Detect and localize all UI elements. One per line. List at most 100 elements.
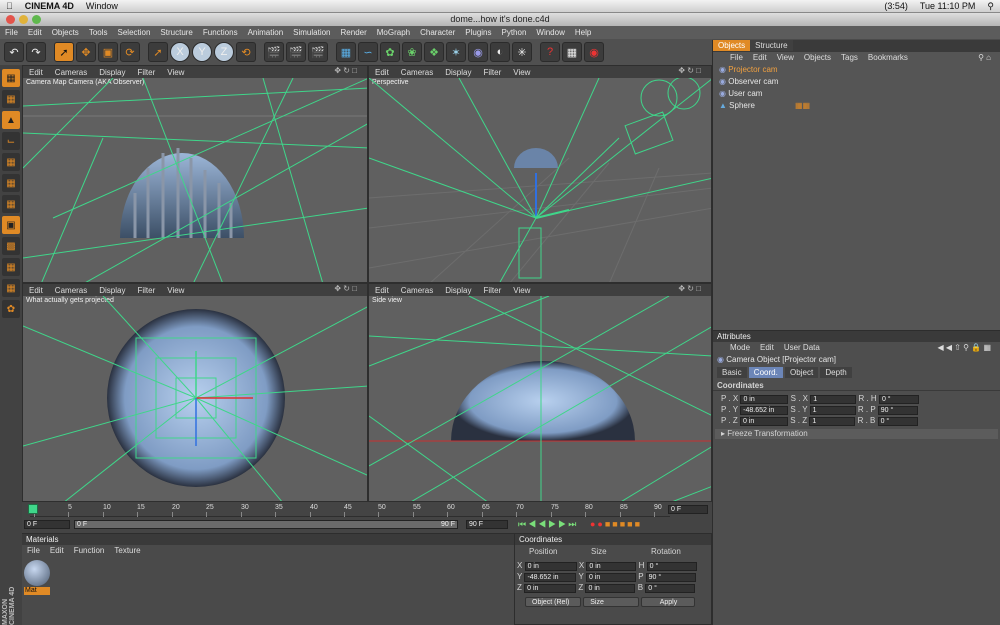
snap-icon[interactable]: ▦ [2,258,20,276]
vp-edit[interactable]: Edit [369,286,395,295]
window-menu[interactable]: Window [80,1,124,11]
vp-display[interactable]: Display [439,68,477,77]
freeze-transformation-group[interactable]: ▸ Freeze Transformation [715,429,998,439]
start-frame-field[interactable]: 0 F [24,520,70,529]
menu-simulation[interactable]: Simulation [288,28,335,37]
viewport-nav-icons[interactable]: ✥ ↻ □ [672,284,707,293]
x-axis-icon[interactable]: X [170,42,190,62]
viewport-camera-map[interactable]: Edit Cameras Display Filter View ✥ ↻ □ C… [22,65,368,283]
range-slider[interactable]: 0 F 90 F [74,520,458,529]
vp-edit[interactable]: Edit [23,286,49,295]
vp-filter[interactable]: Filter [131,286,161,295]
tab-objects[interactable]: Objects [713,40,751,51]
record-icon[interactable]: ◉ [584,42,604,62]
viewport-nav-icons[interactable]: ✥ ↻ □ [328,284,363,293]
texture-mode-icon[interactable]: ▦ [2,90,20,108]
render-settings-icon[interactable]: 🎬 [308,42,328,62]
vp-filter[interactable]: Filter [477,286,507,295]
tab-coord[interactable]: Coord. [748,367,783,378]
s-x-field[interactable]: 1 [810,395,857,404]
vp-view[interactable]: View [507,68,536,77]
tab-structure[interactable]: Structure [750,40,793,51]
mat-menu-texture[interactable]: Texture [109,546,145,555]
obj-menu-objects[interactable]: Objects [799,53,836,62]
object-row-user[interactable]: ◉ User cam [713,87,1000,99]
menu-window[interactable]: Window [531,28,569,37]
size-z-field[interactable]: 0 in [585,584,636,593]
vp-cameras[interactable]: Cameras [395,68,439,77]
mat-menu-edit[interactable]: Edit [45,546,69,555]
record-key-icon[interactable]: ●● [590,519,605,529]
obj-menu-tags[interactable]: Tags [836,53,863,62]
object-name[interactable]: User cam [728,89,762,98]
r-p-field[interactable]: 90 ° [877,406,918,415]
render-picture-viewer-icon[interactable]: 🎬 [286,42,306,62]
render-view-icon[interactable]: 🎬 [264,42,284,62]
vp-cameras[interactable]: Cameras [49,68,93,77]
quantize-icon[interactable]: ▦ [2,279,20,297]
object-axis-icon[interactable]: ▲ [2,111,20,129]
p-z-field[interactable]: 0 in [739,417,788,426]
move-icon[interactable]: ✥ [76,42,96,62]
menu-mograph[interactable]: MoGraph [372,28,415,37]
obj-menu-bookmarks[interactable]: Bookmarks [863,53,913,62]
clock[interactable]: Tue 11:10 PM [914,1,982,11]
object-name[interactable]: Projector cam [728,65,777,74]
vp-edit[interactable]: Edit [23,68,49,77]
pos-x-field[interactable]: 0 in [524,562,577,571]
attr-menu-mode[interactable]: Mode [725,343,755,352]
timeline[interactable]: 051015202530354045505560657075808590 0 F… [22,502,712,533]
vp-cameras[interactable]: Cameras [49,286,93,295]
menu-file[interactable]: File [0,28,23,37]
light-icon[interactable]: ✳ [512,42,532,62]
object-row-observer[interactable]: ◉ Observer cam [713,75,1000,87]
viewport-nav-icons[interactable]: ✥ ↻ □ [328,66,363,75]
s-y-field[interactable]: 1 [809,406,856,415]
minimize-icon[interactable] [19,15,28,24]
apple-icon[interactable]:  [0,1,19,11]
r-h-field[interactable]: 0 ° [878,395,919,404]
rot-p-field[interactable]: 90 ° [645,573,696,582]
key-mode-icons[interactable]: ■■■■■ [605,519,642,529]
vp-display[interactable]: Display [93,68,131,77]
pos-y-field[interactable]: -48.652 in [524,573,577,582]
r-b-field[interactable]: 0 ° [877,417,918,426]
camera-icon[interactable]: ◐ [490,42,510,62]
size-mode-select[interactable]: Size [583,597,640,607]
vp-filter[interactable]: Filter [477,68,507,77]
vp-display[interactable]: Display [439,286,477,295]
object-name[interactable]: Sphere [729,101,755,110]
array-icon[interactable]: ❀ [402,42,422,62]
points-mode-icon[interactable]: ▦ [2,153,20,171]
rot-b-field[interactable]: 0 ° [645,584,696,593]
menu-animation[interactable]: Animation [243,28,289,37]
viewport-side[interactable]: Edit Cameras Display Filter View ✥ ↻ □ S… [368,283,712,502]
s-z-field[interactable]: 1 [809,417,856,426]
obj-menu-edit[interactable]: Edit [748,53,772,62]
vp-view[interactable]: View [161,68,190,77]
object-row-projector[interactable]: ◉ Projector cam [713,63,1000,75]
pos-z-field[interactable]: 0 in [524,584,577,593]
menu-python[interactable]: Python [497,28,532,37]
workplane-icon[interactable]: ⌙ [2,132,20,150]
playback-controls[interactable]: ⏮◀◀▶▶⏭ [518,519,578,530]
help-icon[interactable]: ? [540,42,560,62]
obj-menu-file[interactable]: File [725,53,748,62]
attr-menu-edit[interactable]: Edit [755,343,779,352]
app-menu[interactable]: CINEMA 4D [19,1,80,11]
attr-menu-userdata[interactable]: User Data [779,343,825,352]
menu-tools[interactable]: Tools [84,28,113,37]
menu-render[interactable]: Render [336,28,372,37]
tab-basic[interactable]: Basic [717,367,747,378]
layout-icon[interactable]: ▦ [562,42,582,62]
cube-icon[interactable]: ▦ [336,42,356,62]
keyframe-controls[interactable]: ●●■■■■■ [590,519,642,529]
viewport-projected[interactable]: Edit Cameras Display Filter View ✥ ↻ □ W… [22,283,368,502]
mat-menu-file[interactable]: File [22,546,45,555]
vp-view[interactable]: View [507,286,536,295]
viewport-perspective[interactable]: Edit Cameras Display Filter View ✥ ↻ □ P… [368,65,712,283]
z-axis-icon[interactable]: Z [214,42,234,62]
scale-icon[interactable]: ▣ [98,42,118,62]
menu-selection[interactable]: Selection [113,28,156,37]
nav-arrows-icon[interactable]: ◀ ◀ ⇧ ⚲ 🔒 ▦ [933,343,997,352]
